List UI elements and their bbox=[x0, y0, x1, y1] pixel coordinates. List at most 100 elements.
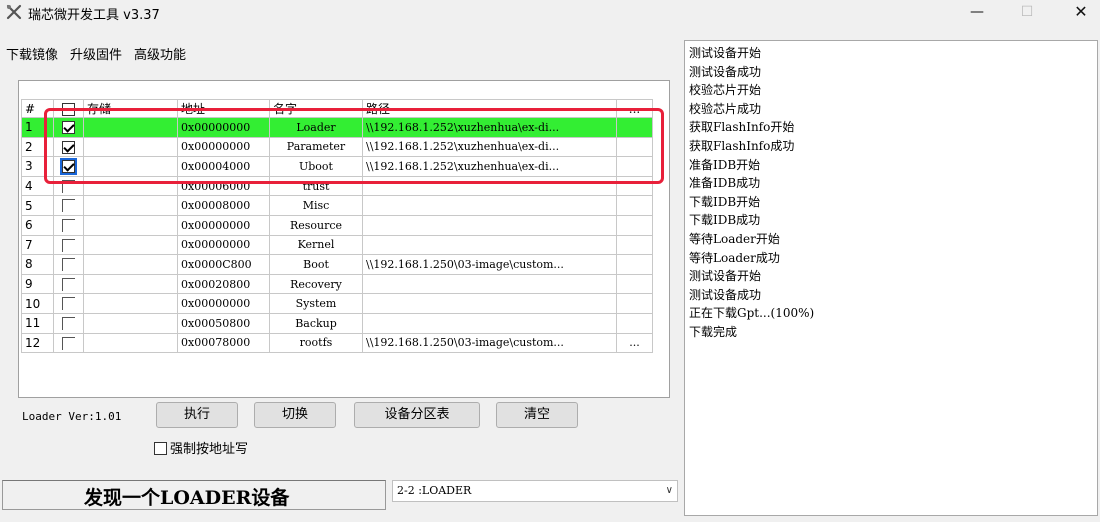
device-select[interactable]: 2-2 :LOADER ∨ bbox=[392, 480, 678, 502]
row-check-cell[interactable] bbox=[53, 117, 84, 138]
table-row[interactable]: 1 0x00000000 Loader \\192.168.1.252\xuzhenh… bbox=[21, 117, 653, 138]
row-browse-button[interactable] bbox=[616, 312, 653, 334]
row-path[interactable] bbox=[362, 214, 617, 236]
table-row[interactable]: 9 0x00020800 Recovery bbox=[21, 273, 653, 295]
row-browse-button[interactable] bbox=[616, 234, 653, 256]
table-row[interactable]: 11 0x00050800 Backup bbox=[21, 312, 653, 334]
row-path[interactable] bbox=[362, 234, 617, 256]
col-check-header[interactable] bbox=[53, 99, 84, 118]
row-browse-button[interactable] bbox=[616, 195, 653, 216]
force-address-checkbox[interactable] bbox=[154, 442, 167, 455]
row-browse-button[interactable] bbox=[616, 136, 653, 158]
row-name[interactable]: Backup bbox=[269, 312, 363, 334]
row-path[interactable]: \\192.168.1.250\03-image\custom... bbox=[362, 254, 617, 275]
row-name[interactable]: Misc bbox=[269, 195, 363, 216]
row-check-cell[interactable] bbox=[53, 156, 84, 177]
table-row[interactable]: 3 0x00004000 Uboot \\192.168.1.252\xuzhenhu… bbox=[21, 156, 653, 177]
row-browse-button[interactable] bbox=[616, 293, 653, 314]
row-address[interactable]: 0x00004000 bbox=[177, 156, 270, 177]
row-checkbox[interactable] bbox=[62, 121, 75, 135]
row-path[interactable]: \\192.168.1.252\xuzhenhua\ex-di... bbox=[362, 117, 617, 138]
row-name[interactable]: Recovery bbox=[269, 273, 363, 295]
row-path[interactable] bbox=[362, 293, 617, 314]
row-browse-button[interactable] bbox=[616, 156, 653, 177]
table-row[interactable]: 6 0x00000000 Resource bbox=[21, 214, 653, 236]
row-checkbox[interactable] bbox=[62, 140, 75, 154]
row-checkbox[interactable] bbox=[60, 158, 77, 176]
row-path[interactable] bbox=[362, 273, 617, 295]
row-address[interactable]: 0x00000000 bbox=[177, 117, 270, 138]
table-row[interactable]: 2 0x00000000 Parameter \\192.168.1.252\xuzh… bbox=[21, 136, 653, 158]
switch-button[interactable]: 切换 bbox=[254, 402, 336, 428]
row-check-cell[interactable] bbox=[53, 214, 84, 236]
select-all-checkbox[interactable] bbox=[62, 102, 75, 116]
row-path[interactable] bbox=[362, 175, 617, 197]
row-checkbox[interactable] bbox=[62, 277, 75, 291]
row-check-cell[interactable] bbox=[53, 254, 84, 275]
maximize-button[interactable]: ☐ bbox=[1012, 2, 1042, 22]
row-name[interactable]: Uboot bbox=[269, 156, 363, 177]
row-browse-button[interactable] bbox=[616, 273, 653, 295]
table-row[interactable]: 4 0x00006000 trust bbox=[21, 175, 653, 197]
table-row[interactable]: 7 0x00000000 Kernel bbox=[21, 234, 653, 256]
clear-button[interactable]: 清空 bbox=[496, 402, 578, 428]
row-name[interactable]: System bbox=[269, 293, 363, 314]
row-name[interactable]: Boot bbox=[269, 254, 363, 275]
row-browse-button[interactable] bbox=[616, 214, 653, 236]
row-address[interactable]: 0x00000000 bbox=[177, 136, 270, 158]
row-path[interactable] bbox=[362, 312, 617, 334]
force-address-checkbox-row[interactable]: 强制按地址写 bbox=[154, 438, 248, 457]
row-check-cell[interactable] bbox=[53, 312, 84, 334]
log-panel[interactable]: 测试设备开始 测试设备成功 校验芯片开始 校验芯片成功 获取FlashInfo开始 获取F… bbox=[684, 40, 1098, 516]
tab-download-image[interactable]: 下载镜像 bbox=[6, 44, 58, 63]
row-address[interactable]: 0x00000000 bbox=[177, 214, 270, 236]
row-path[interactable]: \\192.168.1.250\03-image\custom... bbox=[362, 332, 617, 354]
row-checkbox[interactable] bbox=[62, 297, 75, 311]
tab-upgrade-firmware[interactable]: 升级固件 bbox=[70, 44, 122, 63]
row-name[interactable]: rootfs bbox=[269, 332, 363, 354]
execute-button[interactable]: 执行 bbox=[156, 402, 238, 428]
row-name[interactable]: trust bbox=[269, 175, 363, 197]
row-browse-button[interactable] bbox=[616, 117, 653, 138]
row-browse-button[interactable] bbox=[616, 175, 653, 197]
row-address[interactable]: 0x00000000 bbox=[177, 234, 270, 256]
table-row[interactable]: 10 0x00000000 System bbox=[21, 293, 653, 314]
row-path[interactable]: \\192.168.1.252\xuzhenhua\ex-di... bbox=[362, 136, 617, 158]
row-address[interactable]: 0x00020800 bbox=[177, 273, 270, 295]
row-check-cell[interactable] bbox=[53, 234, 84, 256]
row-path[interactable]: \\192.168.1.252\xuzhenhua\ex-di... bbox=[362, 156, 617, 177]
row-checkbox[interactable] bbox=[62, 316, 75, 330]
chevron-down-icon[interactable]: ∨ bbox=[666, 481, 673, 501]
table-row[interactable]: 12 0x00078000 rootfs \\192.168.1.250\03-ima… bbox=[21, 332, 653, 354]
row-name[interactable]: Parameter bbox=[269, 136, 363, 158]
tab-advanced[interactable]: 高级功能 bbox=[134, 44, 186, 63]
row-path[interactable] bbox=[362, 195, 617, 216]
table-row[interactable]: 5 0x00008000 Misc bbox=[21, 195, 653, 216]
row-checkbox[interactable] bbox=[62, 238, 75, 252]
row-address[interactable]: 0x00006000 bbox=[177, 175, 270, 197]
row-checkbox[interactable] bbox=[62, 199, 75, 213]
row-check-cell[interactable] bbox=[53, 293, 84, 314]
row-check-cell[interactable] bbox=[53, 195, 84, 216]
row-address[interactable]: 0x00050800 bbox=[177, 312, 270, 334]
minimize-button[interactable]: — bbox=[962, 2, 992, 22]
row-checkbox[interactable] bbox=[62, 179, 75, 193]
row-name[interactable]: Loader bbox=[269, 117, 363, 138]
table-row[interactable]: 8 0x0000C800 Boot \\192.168.1.250\03-image\… bbox=[21, 254, 653, 275]
row-address[interactable]: 0x00000000 bbox=[177, 293, 270, 314]
row-address[interactable]: 0x0000C800 bbox=[177, 254, 270, 275]
row-checkbox[interactable] bbox=[62, 336, 75, 350]
row-checkbox[interactable] bbox=[62, 219, 75, 233]
row-address[interactable]: 0x00078000 bbox=[177, 332, 270, 354]
row-browse-button[interactable]: ... bbox=[616, 332, 653, 354]
row-check-cell[interactable] bbox=[53, 136, 84, 158]
row-checkbox[interactable] bbox=[62, 258, 75, 272]
row-browse-button[interactable] bbox=[616, 254, 653, 275]
row-name[interactable]: Resource bbox=[269, 214, 363, 236]
device-partition-table-button[interactable]: 设备分区表 bbox=[354, 402, 480, 428]
row-check-cell[interactable] bbox=[53, 175, 84, 197]
row-check-cell[interactable] bbox=[53, 273, 84, 295]
close-button[interactable]: ✕ bbox=[1066, 2, 1096, 22]
row-check-cell[interactable] bbox=[53, 332, 84, 354]
row-name[interactable]: Kernel bbox=[269, 234, 363, 256]
